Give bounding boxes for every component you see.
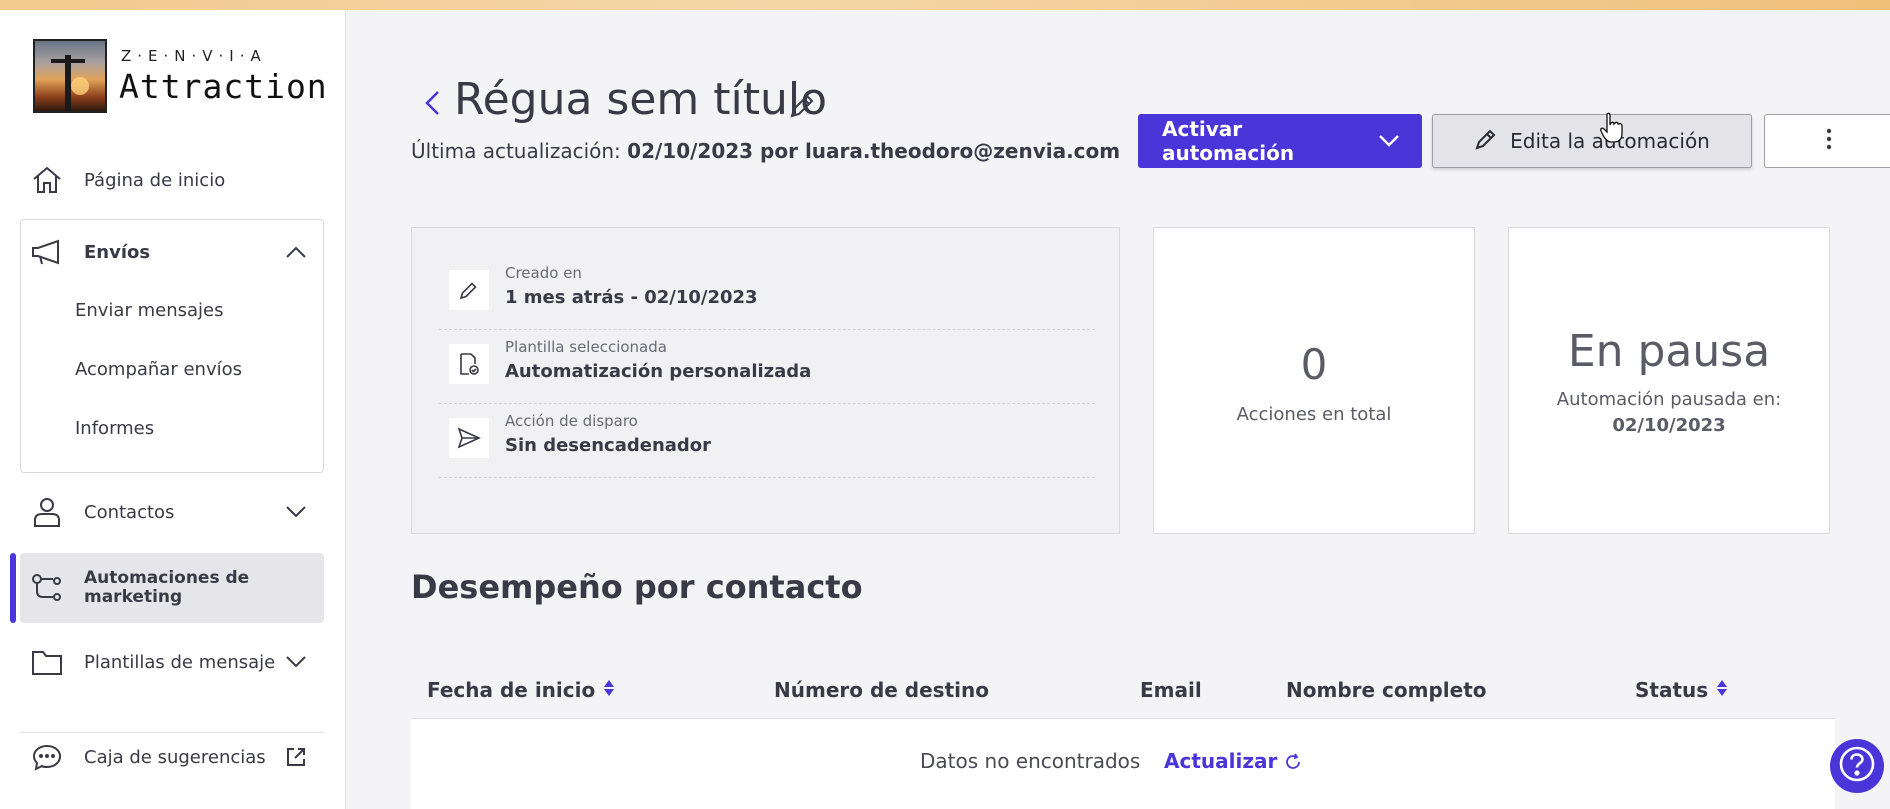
last-updated-label: Última actualización: [411,139,621,163]
question-icon [1838,745,1876,787]
status-value: En pausa [1567,326,1771,377]
info-value: 1 mes atrás - 02/10/2023 [505,287,758,308]
actions-count: 0 [1300,340,1328,389]
refresh-icon[interactable] [1283,752,1303,772]
column-status[interactable]: Status [1635,678,1728,702]
active-indicator [10,553,16,623]
info-row-trigger: Acción de disparo Sin desencadenador [439,404,1095,478]
page-title: Régua sem título [454,74,828,125]
status-card: En pausa Automación pausada en: 02/10/20… [1508,227,1830,534]
edit-automation-button[interactable]: Edita la automación [1432,114,1752,168]
activate-label: Activar automación [1162,117,1295,165]
info-value: Automatización personalizada [505,361,812,382]
workflow-icon [30,571,64,605]
top-strip [0,0,1890,10]
sidebar-subitem-acompanar[interactable]: Acompañar envíos [75,359,242,380]
info-value: Sin desencadenador [505,435,712,456]
column-full-name: Nombre completo [1286,678,1487,702]
info-label: Acción de disparo [505,412,638,430]
column-label: Número de destino [774,678,989,702]
sort-icon[interactable] [1716,678,1728,702]
back-arrow-icon[interactable] [420,88,444,118]
hand-cursor-icon [1600,112,1624,144]
sidebar-item-label: Página de inicio [84,169,226,191]
logo-image [33,39,107,113]
logo-company: Z·E·N·V·I·A [121,47,267,65]
sidebar-item-automations[interactable]: Automaciones de marketing [20,561,323,615]
external-link-icon[interactable] [283,744,309,770]
paused-date: 02/10/2023 [1612,415,1726,436]
column-label: Fecha de inicio [427,678,596,702]
person-icon [30,495,64,529]
logo[interactable]: Z·E·N·V·I·A Attraction [33,39,327,115]
column-label: Email [1140,678,1202,702]
help-button[interactable] [1830,739,1884,793]
last-updated: Última actualización: 02/10/2023 por lua… [411,139,1120,163]
column-destination: Número de destino [774,678,989,702]
pencil-icon [449,270,489,310]
sidebar-item-label: Automaciones de marketing [84,568,250,607]
sort-icon[interactable] [603,678,615,702]
template-icon [449,344,489,384]
sidebar-item-feedback[interactable]: Caja de sugerencias [20,730,323,784]
sidebar-subitem-enviar[interactable]: Enviar mensajes [75,300,223,321]
empty-message: Datos no encontrados [920,749,1141,773]
megaphone-icon [30,235,64,269]
sidebar-item-contacts[interactable]: Contactos [20,485,323,539]
sidebar-subitem-informes[interactable]: Informes [75,418,154,439]
logo-product: Attraction [119,67,328,106]
info-label: Plantilla seleccionada [505,338,667,356]
refresh-link[interactable]: Actualizar [1164,749,1277,773]
more-options-button[interactable] [1764,114,1890,168]
chevron-down-icon [1378,129,1400,153]
paused-label: Automación pausada en: [1556,389,1782,410]
chevron-down-icon[interactable] [283,499,309,525]
activate-automation-button[interactable]: Activar automación [1138,114,1422,168]
chevron-up-icon[interactable] [283,239,309,265]
home-icon [30,163,64,197]
sidebar-item-templates[interactable]: Plantillas de mensaje [20,635,323,689]
sidebar-item-home[interactable]: Página de inicio [20,153,323,207]
info-card: Creado en 1 mes atrás - 02/10/2023 Plant… [411,227,1120,534]
sidebar-item-label: Envíos [84,241,151,263]
folder-icon [30,645,64,679]
sidebar-item-label: Caja de sugerencias [84,746,266,768]
last-updated-value: 02/10/2023 por luara.theodoro@zenvia.com [627,139,1121,163]
sidebar-item-label: Plantillas de mensaje [84,651,276,673]
info-row-created: Creado en 1 mes atrás - 02/10/2023 [439,256,1095,330]
actions-label: Acciones en total [1236,404,1392,425]
column-label: Nombre completo [1286,678,1487,702]
section-title: Desempeño por contacto [411,568,863,606]
chat-icon [30,740,64,774]
sidebar-item-label: Contactos [84,501,175,523]
info-label: Creado en [505,264,582,282]
actions-total-card: 0 Acciones en total [1153,227,1475,534]
more-vertical-icon [1826,128,1832,154]
send-icon [449,418,489,458]
sidebar-item-envios[interactable]: Envíos [20,225,323,279]
column-label: Status [1635,678,1709,702]
info-row-template: Plantilla seleccionada Automatización pe… [439,330,1095,404]
chevron-down-icon[interactable] [283,649,309,675]
column-email: Email [1140,678,1202,702]
column-start-date[interactable]: Fecha de inicio [427,678,615,702]
pencil-icon [1474,127,1498,156]
edit-title-icon[interactable] [788,92,816,120]
